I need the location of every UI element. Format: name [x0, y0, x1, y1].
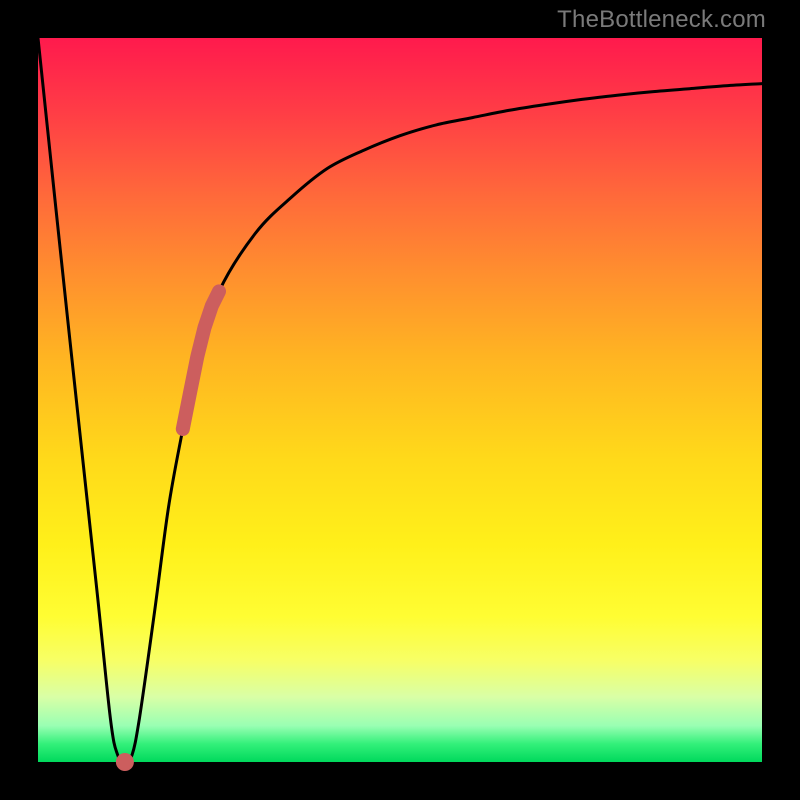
chart-plot-area [38, 38, 762, 762]
chart-frame: TheBottleneck.com [0, 0, 800, 800]
minimum-point [116, 753, 134, 771]
chart-svg [38, 38, 762, 762]
highlight-segment [183, 291, 219, 429]
bottleneck-curve [38, 38, 762, 762]
watermark-text: TheBottleneck.com [557, 6, 766, 34]
